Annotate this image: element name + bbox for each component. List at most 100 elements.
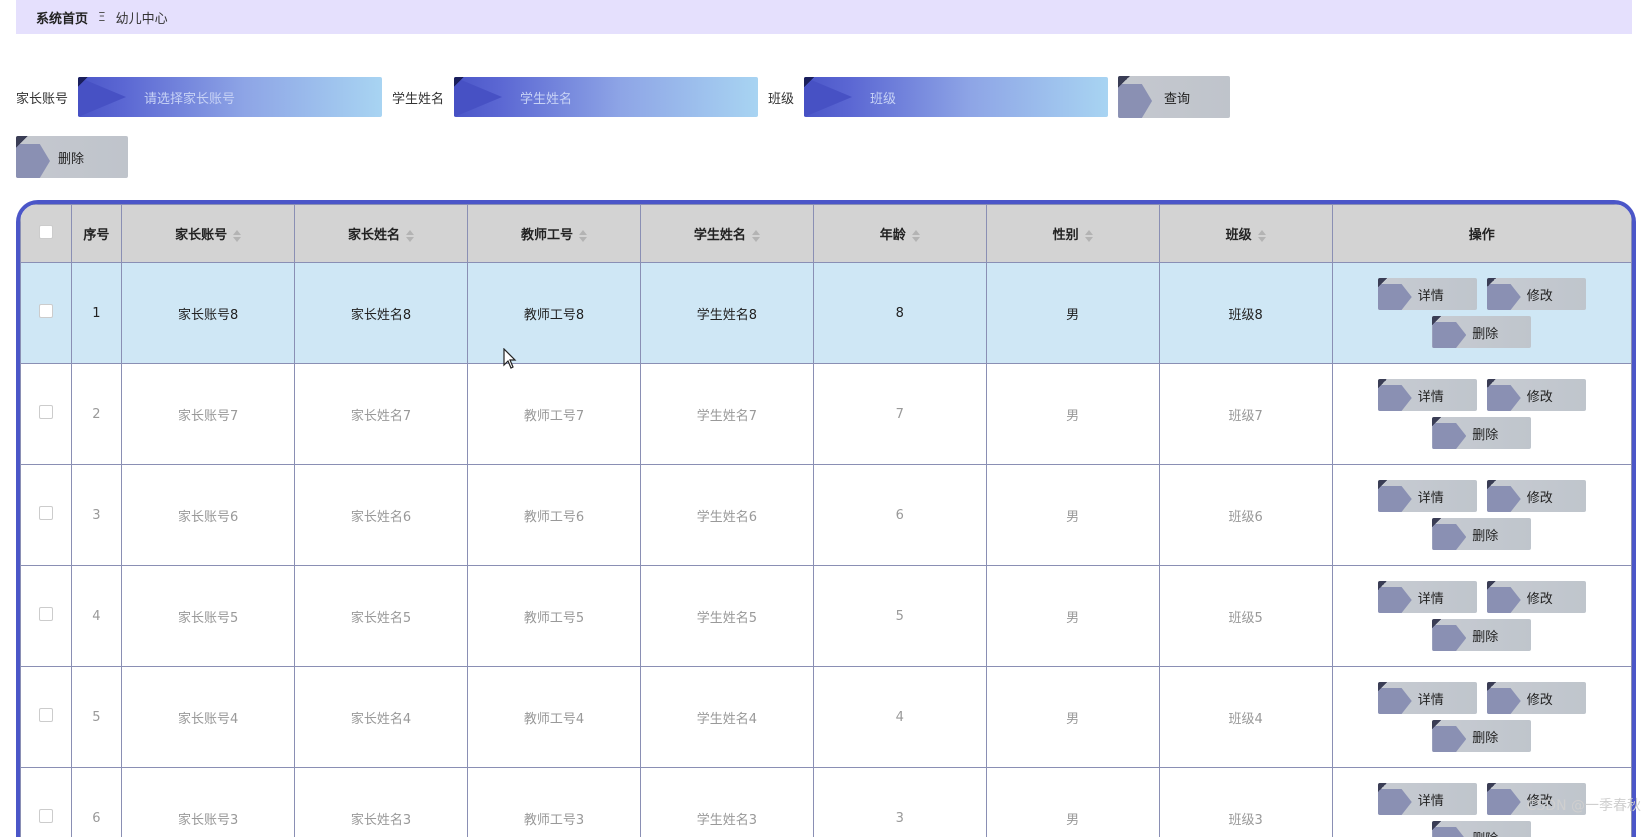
row-parent-account: 家长账号8	[121, 262, 296, 364]
header-parent-name[interactable]: 家长姓名	[294, 204, 468, 263]
button-arrow-icon	[1432, 524, 1467, 550]
edit-button[interactable]: 修改	[1486, 278, 1586, 310]
edit-button[interactable]: 修改	[1486, 581, 1586, 613]
row-teacher-id: 教师工号5	[467, 565, 641, 667]
detail-button-label: 详情	[1417, 692, 1444, 708]
sort-icon[interactable]	[751, 229, 760, 242]
button-corner-icon	[1377, 581, 1387, 590]
row-checkbox[interactable]	[38, 607, 53, 621]
row-checkbox[interactable]	[38, 708, 53, 722]
row-checkbox[interactable]	[38, 506, 53, 520]
detail-button[interactable]: 详情	[1377, 581, 1477, 613]
button-corner-icon	[1486, 682, 1496, 691]
row-student-name: 学生姓名3	[639, 767, 814, 837]
header-gender[interactable]: 性别	[985, 204, 1160, 263]
delete-button[interactable]: 删除	[1432, 619, 1532, 651]
data-table: 序号 家长账号 家长姓名 教师工号 学生姓名 年龄 性别 班级 操作 1 家长账号…	[16, 200, 1636, 837]
row-index: 5	[70, 666, 123, 768]
delete-button[interactable]: 删除	[1432, 821, 1532, 837]
sort-icon[interactable]	[1084, 229, 1093, 242]
header-student-name[interactable]: 学生姓名	[639, 204, 814, 263]
detail-button[interactable]: 详情	[1377, 682, 1477, 714]
class-input[interactable]: 班级	[804, 77, 1109, 117]
student-name-input[interactable]: 学生姓名	[454, 77, 759, 117]
delete-button[interactable]: 删除	[1432, 417, 1532, 449]
header-teacher-id-label: 教师工号	[520, 228, 573, 243]
edit-button[interactable]: 修改	[1486, 379, 1586, 411]
row-select-cell[interactable]	[20, 767, 72, 837]
edit-button-label: 修改	[1526, 692, 1553, 708]
row-checkbox[interactable]	[38, 304, 53, 318]
row-class: 班级7	[1158, 363, 1333, 465]
row-checkbox[interactable]	[38, 809, 53, 823]
header-age[interactable]: 年龄	[812, 204, 987, 263]
row-teacher-id: 教师工号4	[467, 666, 641, 768]
table-row[interactable]: 1 家长账号8 家长姓名8 教师工号8 学生姓名8 8 男班级8 详情 修改 删除	[20, 262, 1632, 364]
detail-button[interactable]: 详情	[1377, 379, 1477, 411]
edit-button[interactable]: 修改	[1486, 682, 1586, 714]
button-arrow-icon	[1377, 789, 1412, 815]
row-parent-name: 家长姓名7	[294, 363, 468, 465]
row-index: 4	[70, 565, 123, 667]
button-arrow-icon	[1486, 486, 1521, 512]
row-select-cell[interactable]	[20, 666, 72, 768]
select-all-checkbox[interactable]	[38, 224, 53, 239]
sort-icon[interactable]	[1257, 229, 1266, 242]
row-teacher-id: 教师工号7	[467, 363, 641, 465]
edit-button[interactable]: 修改	[1486, 480, 1586, 512]
row-teacher-id: 教师工号8	[467, 262, 641, 364]
row-select-cell[interactable]	[20, 262, 72, 364]
row-select-cell[interactable]	[20, 363, 72, 465]
sort-icon[interactable]	[406, 229, 415, 242]
header-class[interactable]: 班级	[1158, 204, 1333, 263]
sort-icon[interactable]	[578, 229, 587, 242]
input-corner-icon	[78, 77, 89, 87]
row-gender: 男	[985, 565, 1160, 667]
button-arrow-icon	[16, 144, 50, 178]
table-row[interactable]: 3 家长账号6 家长姓名6 教师工号6 学生姓名6 6 男班级6 详情 修改 删除	[20, 464, 1632, 566]
table-row[interactable]: 6家长账号3家长姓名3教师工号3学生姓名33男班级3详情修改删除	[20, 767, 1632, 837]
header-parent-account[interactable]: 家长账号	[121, 204, 296, 263]
row-student-name: 学生姓名6	[639, 464, 814, 566]
header-teacher-id[interactable]: 教师工号	[467, 204, 641, 263]
row-checkbox[interactable]	[38, 405, 53, 419]
class-label: 班级	[768, 91, 795, 107]
button-corner-icon	[1486, 581, 1496, 590]
header-age-label: 年龄	[879, 228, 906, 243]
delete-button[interactable]: 删除	[1432, 316, 1532, 348]
breadcrumb-separator-icon: Ξ	[98, 10, 106, 24]
button-corner-icon	[1377, 379, 1387, 388]
row-parent-account: 家长账号7	[121, 363, 296, 465]
button-corner-icon	[1377, 480, 1387, 489]
header-select-all[interactable]	[20, 204, 72, 263]
parent-account-select[interactable]: 请选择家长账号	[78, 77, 383, 117]
row-parent-name: 家长姓名5	[294, 565, 468, 667]
row-select-cell[interactable]	[20, 464, 72, 566]
edit-button-label: 修改	[1526, 389, 1553, 405]
detail-button[interactable]: 详情	[1377, 278, 1477, 310]
query-button[interactable]: 查询	[1118, 76, 1231, 118]
detail-button[interactable]: 详情	[1377, 783, 1477, 815]
breadcrumb-home[interactable]: 系统首页	[36, 8, 88, 27]
delete-button[interactable]: 删除	[1432, 518, 1532, 550]
button-arrow-icon	[1486, 587, 1521, 613]
delete-button[interactable]: 删除	[1432, 720, 1532, 752]
table-row[interactable]: 4 家长账号5 家长姓名5 教师工号5 学生姓名5 5 男班级5 详情 修改 删除	[20, 565, 1632, 667]
row-gender: 男	[985, 363, 1160, 465]
detail-button-label: 详情	[1417, 288, 1444, 304]
table-row[interactable]: 2 家长账号7 家长姓名7 教师工号7 学生姓名7 7 男班级7 详情 修改 删除	[20, 363, 1632, 465]
batch-delete-button[interactable]: 删除	[16, 136, 128, 178]
detail-button[interactable]: 详情	[1377, 480, 1477, 512]
button-arrow-icon	[1377, 688, 1412, 714]
row-student-name: 学生姓名7	[639, 363, 814, 465]
breadcrumb: 系统首页 Ξ 幼儿中心	[16, 0, 1632, 34]
table-row[interactable]: 5 家长账号4 家长姓名4 教师工号4 学生姓名4 4 男班级4 详情 修改 删除	[20, 666, 1632, 768]
row-parent-name: 家长姓名6	[294, 464, 468, 566]
button-arrow-icon	[1432, 625, 1467, 651]
student-name-label: 学生姓名	[392, 91, 445, 107]
row-age: 5	[812, 565, 987, 667]
sort-icon[interactable]	[233, 229, 242, 242]
row-select-cell[interactable]	[20, 565, 72, 667]
sort-icon[interactable]	[911, 229, 920, 242]
batch-delete-label: 删除	[58, 151, 85, 167]
